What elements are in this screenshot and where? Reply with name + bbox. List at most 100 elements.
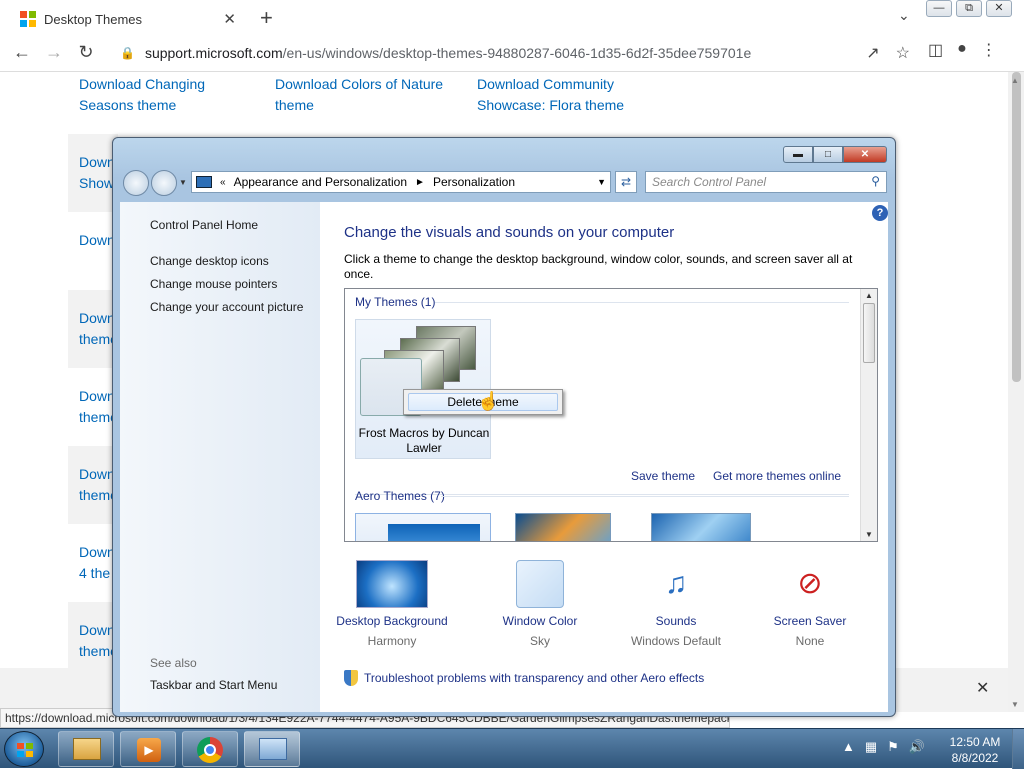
taskbar-start-menu-link[interactable]: Taskbar and Start Menu — [150, 678, 277, 692]
new-tab-button[interactable]: + — [260, 5, 273, 31]
theme-name: Frost Macros by Duncan Lawler — [358, 426, 490, 455]
breadcrumb-item[interactable]: Appearance and Personalization — [234, 175, 407, 189]
theme-item[interactable] — [355, 513, 491, 541]
hand-cursor-icon: ☝ — [477, 391, 500, 411]
folder-icon — [73, 738, 101, 760]
clock[interactable]: 12:50 AM 8/8/2022 — [940, 734, 1010, 766]
theme-item[interactable] — [515, 513, 611, 541]
sounds-tile[interactable]: ♫ Sounds Windows Default — [606, 560, 746, 648]
share-icon[interactable]: ↗ — [866, 43, 879, 63]
minimize-button[interactable]: — — [926, 0, 952, 17]
explorer-taskbar-button[interactable] — [58, 731, 114, 767]
window-controls: ▬ □ ✕ — [783, 146, 887, 163]
themes-scrollbar[interactable]: ▲ ▼ — [860, 289, 877, 541]
scroll-down-icon[interactable]: ▼ — [1011, 700, 1019, 709]
url-path: /en-us/windows/desktop-themes-94880287-6… — [282, 45, 752, 61]
address-bar[interactable]: 🔒 support.microsoft.com/en-us/windows/de… — [108, 38, 916, 68]
help-icon[interactable]: ? — [872, 205, 888, 221]
tab-search-chevron-icon[interactable]: ⌄ — [898, 7, 910, 24]
download-link[interactable]: Download Community Showcase: Flora theme — [477, 74, 637, 116]
troubleshoot-link[interactable]: Troubleshoot problems with transparency … — [344, 670, 704, 686]
bookmark-star-icon[interactable]: ☆ — [896, 43, 910, 63]
clock-date: 8/8/2022 — [951, 751, 999, 765]
windows-logo-icon — [17, 743, 33, 757]
download-link[interactable]: Download Changing Seasons theme — [79, 74, 229, 116]
personalization-window: ▬ □ ✕ ▼ « Appearance and Personalization… — [112, 137, 896, 717]
scroll-up-icon[interactable]: ▲ — [1011, 76, 1019, 85]
chrome-icon — [197, 737, 223, 763]
main-pane: ? Change the visuals and sounds on your … — [320, 202, 888, 712]
media-player-icon: ▶ — [137, 738, 161, 762]
forward-button[interactable] — [151, 170, 177, 196]
screen-saver-tile[interactable]: ⊘ Screen Saver None — [740, 560, 880, 648]
page-title: Change the visuals and sounds on your co… — [344, 224, 675, 241]
recent-pages-chevron-icon[interactable]: ▼ — [179, 178, 187, 187]
themes-list[interactable]: My Themes (1) Frost Macros by Duncan Law… — [344, 288, 878, 542]
uac-shield-icon — [344, 670, 358, 686]
control-panel-home-link[interactable]: Control Panel Home — [150, 218, 258, 232]
control-panel-taskbar-button[interactable] — [244, 731, 300, 767]
show-hidden-icons-icon[interactable]: ▲ — [842, 739, 855, 755]
control-panel-icon — [259, 738, 287, 760]
profile-avatar-icon[interactable]: ● — [957, 40, 967, 60]
back-arrow-icon[interactable]: ← — [6, 42, 38, 63]
page-description: Click a theme to change the desktop back… — [344, 252, 853, 281]
scroll-down-icon[interactable]: ▼ — [865, 530, 873, 539]
scroll-up-icon[interactable]: ▲ — [865, 291, 873, 300]
start-button[interactable] — [4, 731, 44, 767]
browser-window-controls: — ⧉ ✕ — [926, 0, 1016, 17]
minimize-button[interactable]: ▬ — [783, 146, 813, 163]
back-button[interactable] — [123, 170, 149, 196]
my-themes-label: My Themes (1) — [355, 295, 436, 309]
show-desktop-button[interactable] — [1012, 729, 1024, 769]
volume-icon[interactable]: 🔊 — [909, 739, 925, 755]
control-panel-address-bar[interactable]: « Appearance and Personalization ► Perso… — [191, 171, 611, 193]
close-button[interactable]: ✕ — [986, 0, 1012, 17]
download-link[interactable]: Download Colors of Nature theme — [275, 74, 455, 116]
control-panel-icon — [196, 176, 212, 188]
media-player-taskbar-button[interactable]: ▶ — [120, 731, 176, 767]
forward-arrow-icon[interactable]: → — [38, 42, 70, 63]
more-menu-icon[interactable]: ⋮ — [981, 40, 997, 60]
change-account-picture-link[interactable]: Change your account picture — [150, 300, 303, 314]
close-icon[interactable]: ✕ — [976, 678, 989, 698]
clock-time: 12:50 AM — [949, 735, 1001, 749]
browser-tab[interactable]: Desktop Themes ✕ — [8, 4, 248, 34]
microsoft-logo-icon — [20, 11, 36, 27]
close-button[interactable]: ✕ — [843, 146, 887, 163]
tab-title: Desktop Themes — [44, 11, 143, 27]
change-desktop-icons-link[interactable]: Change desktop icons — [150, 254, 269, 268]
url-host: support.microsoft.com — [144, 45, 283, 61]
save-theme-link[interactable]: Save theme — [631, 469, 695, 483]
page-scrollbar[interactable] — [1008, 72, 1024, 712]
lock-icon: 🔒 — [120, 46, 135, 60]
get-more-themes-link[interactable]: Get more themes online — [713, 469, 841, 483]
toolbar-right: ◫ ● ⋮ — [928, 40, 997, 60]
address-dropdown-icon[interactable]: ▼ — [597, 177, 606, 187]
scrollbar-thumb[interactable] — [863, 303, 875, 363]
window-color-icon — [516, 560, 564, 608]
chrome-taskbar-button[interactable] — [182, 731, 238, 767]
refresh-button[interactable]: ⇄ — [615, 171, 637, 193]
browser-toolbar: ← → ↻ 🔒 support.microsoft.com/en-us/wind… — [0, 34, 1024, 72]
tab-close-icon[interactable]: ✕ — [223, 10, 236, 28]
reload-icon[interactable]: ↻ — [70, 42, 102, 63]
scrollbar-thumb[interactable] — [1012, 72, 1021, 382]
window-color-tile[interactable]: Window Color Sky — [470, 560, 610, 648]
side-panel-icon[interactable]: ◫ — [928, 40, 943, 60]
screen-saver-none-icon: ⊘ — [797, 567, 823, 600]
music-notes-icon: ♫ — [664, 567, 688, 600]
action-center-flag-icon[interactable]: ⚑ — [887, 739, 899, 755]
desktop-background-icon — [356, 560, 428, 608]
desktop-background-tile[interactable]: Desktop Background Harmony — [322, 560, 462, 648]
maximize-button[interactable]: □ — [813, 146, 843, 163]
breadcrumb-item[interactable]: Personalization — [433, 175, 515, 189]
aero-themes-label: Aero Themes (7) — [355, 489, 445, 503]
search-control-panel-input[interactable]: Search Control Panel ⚲ — [645, 171, 887, 193]
change-mouse-pointers-link[interactable]: Change mouse pointers — [150, 277, 277, 291]
search-icon[interactable]: ⚲ — [871, 174, 880, 188]
restore-button[interactable]: ⧉ — [956, 0, 982, 17]
see-also-label: See also — [150, 656, 197, 670]
theme-item[interactable] — [651, 513, 751, 541]
network-icon[interactable]: ▦ — [865, 739, 877, 755]
